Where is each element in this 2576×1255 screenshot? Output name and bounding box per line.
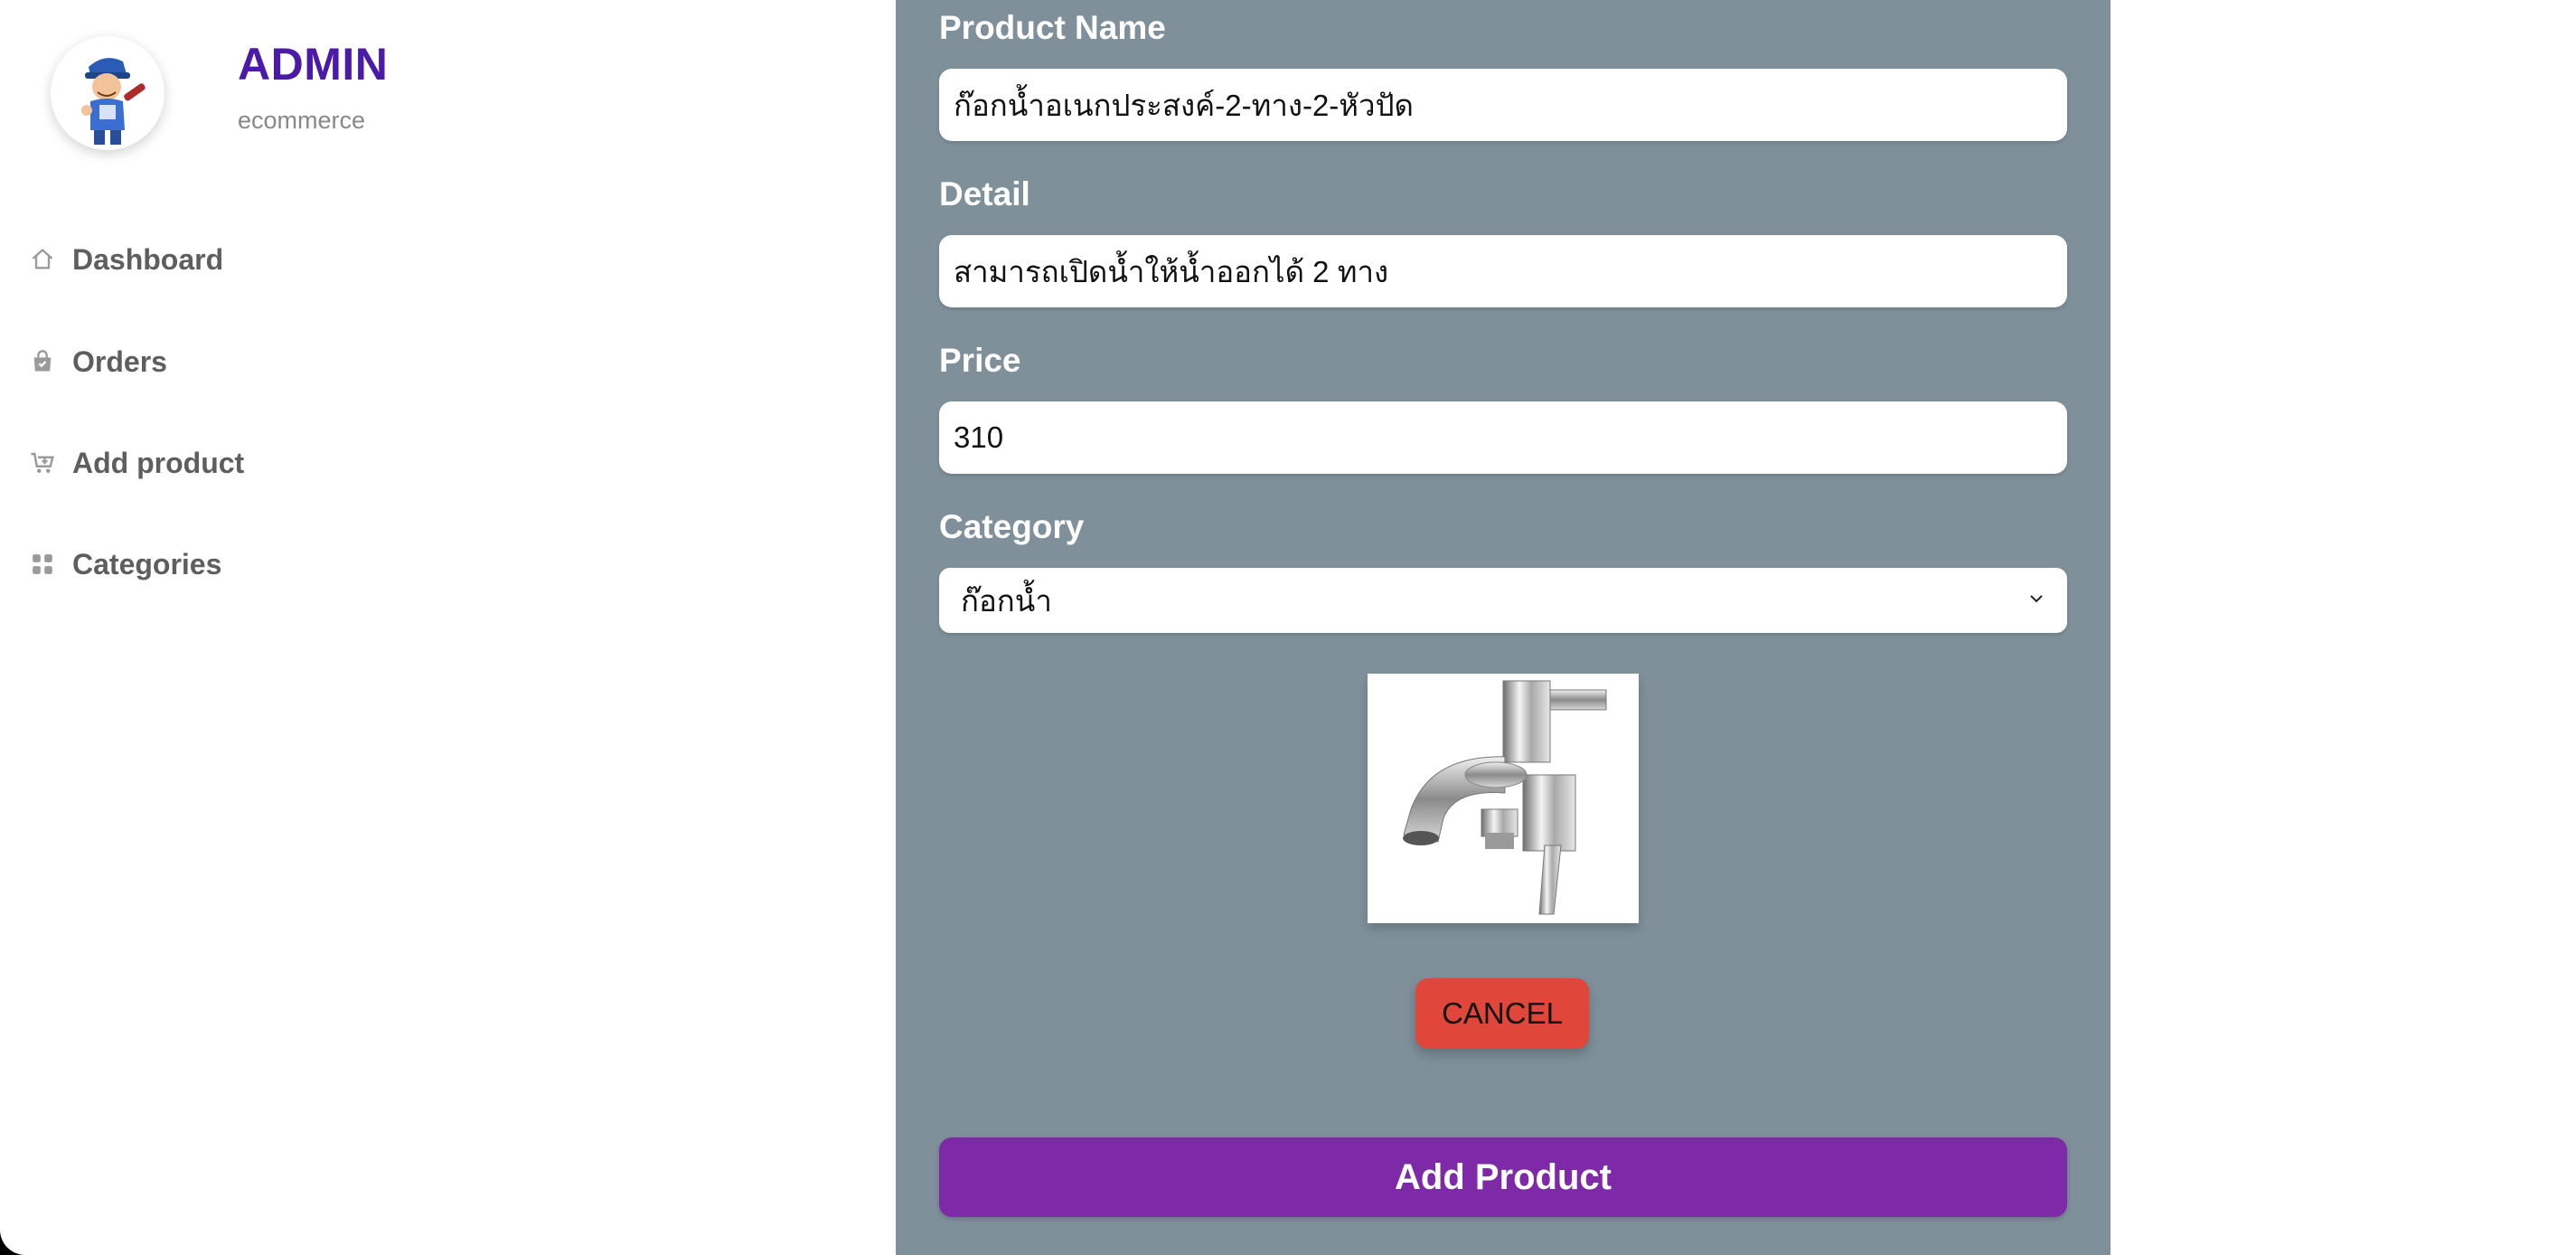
sidebar-item-orders[interactable]: Orders <box>29 339 167 384</box>
product-image-preview <box>1368 674 1639 923</box>
cart-plus-icon <box>29 449 56 477</box>
sidebar-item-add-product[interactable]: Add product <box>29 440 244 486</box>
chevron-down-icon <box>2027 590 2045 612</box>
category-select[interactable]: ก๊อกน้ำ <box>939 568 2067 633</box>
sidebar-item-label: Dashboard <box>72 242 224 276</box>
sidebar-item-label: Categories <box>72 547 222 580</box>
sidebar-item-label: Add product <box>72 446 245 479</box>
category-label: Category <box>939 508 1085 545</box>
sidebar-item-categories[interactable]: Categories <box>29 542 221 587</box>
brand-title: ADMIN <box>238 39 389 90</box>
brand-subtitle: ecommerce <box>238 107 366 134</box>
mechanic-mascot-icon <box>81 58 146 145</box>
add-product-button[interactable]: Add Product <box>939 1137 2067 1217</box>
faucet-image-icon <box>1403 680 1607 915</box>
detail-input[interactable] <box>939 235 2067 307</box>
price-label: Price <box>939 342 1021 379</box>
sidebar-item-label: Orders <box>72 344 167 378</box>
category-selected-value: ก๊อกน้ำ <box>961 583 1052 618</box>
home-icon <box>29 246 56 273</box>
product-name-input[interactable] <box>939 69 2067 141</box>
product-name-label: Product Name <box>939 9 1166 46</box>
price-input[interactable] <box>939 401 2067 474</box>
grid-icon <box>29 551 56 578</box>
product-form: Product Name Detail Price Category ก๊อกน… <box>896 0 2111 1255</box>
app-page: ADMIN ecommerce Dashboard Orders Add pro… <box>0 0 2576 1255</box>
shopping-bag-icon <box>29 348 56 375</box>
avatar <box>51 36 165 150</box>
detail-label: Detail <box>939 175 1030 212</box>
cancel-button[interactable]: CANCEL <box>1415 978 1589 1049</box>
sidebar-item-dashboard[interactable]: Dashboard <box>29 237 223 282</box>
